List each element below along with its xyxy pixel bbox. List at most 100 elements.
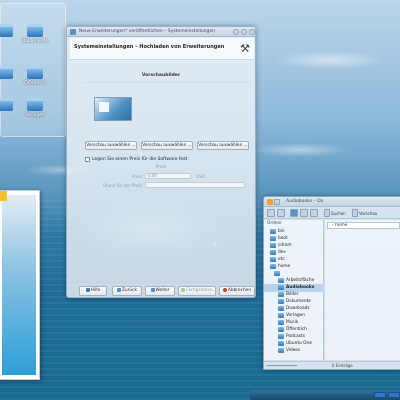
preview-thumbnail bbox=[94, 97, 132, 121]
close-icon[interactable] bbox=[249, 29, 255, 35]
details-view-icon[interactable] bbox=[300, 209, 308, 217]
folder-icon bbox=[27, 98, 43, 111]
fm-toolbar: Suchen Vorschau bbox=[264, 207, 400, 219]
search-button[interactable]: Suchen bbox=[331, 211, 346, 216]
frame-photo bbox=[2, 195, 36, 375]
dialog-heading: Systemeinstellungen – Hochladen von Erwe… bbox=[74, 44, 225, 50]
fm-content-area[interactable]: › home bbox=[325, 220, 400, 360]
task-button[interactable] bbox=[388, 392, 400, 398]
desktop-folder-view: Dokumente Öffentlich Vorlagen bbox=[0, 3, 66, 137]
tools-icon: ⚒ bbox=[240, 42, 250, 55]
back-label: Zurück bbox=[121, 288, 137, 293]
folder-icon bbox=[278, 306, 284, 311]
folder-icon bbox=[270, 229, 276, 234]
folder-icon bbox=[278, 299, 284, 304]
check-icon bbox=[181, 287, 186, 292]
folder-icon bbox=[278, 285, 284, 290]
tree-item-label: Bilder bbox=[286, 292, 299, 297]
choose-preview-button-1[interactable]: Vorschau auswählen ... bbox=[85, 141, 137, 150]
back-button[interactable]: Zurück bbox=[112, 286, 142, 296]
dialog-window-title: Neue Erweiterungen* veröffentlichen – Sy… bbox=[79, 29, 216, 34]
tree-item-label: Vorlagen bbox=[286, 313, 305, 318]
frame-handle[interactable] bbox=[0, 191, 7, 201]
folder-icon bbox=[0, 66, 13, 79]
cancel-button[interactable]: Abbrechen bbox=[219, 286, 255, 296]
price-reason-input[interactable] bbox=[145, 182, 245, 188]
path-segment-home[interactable]: home bbox=[335, 223, 347, 228]
back-icon[interactable] bbox=[267, 209, 275, 217]
pin-icon[interactable] bbox=[274, 199, 280, 205]
price-unit: OSO bbox=[196, 174, 205, 179]
preview-icon[interactable] bbox=[352, 209, 358, 217]
next-arrow-icon bbox=[150, 287, 155, 292]
set-price-checkbox[interactable] bbox=[85, 157, 90, 162]
tree-item-label: Musik bbox=[286, 320, 299, 325]
minimize-icon[interactable] bbox=[233, 29, 239, 35]
folder-icon bbox=[274, 271, 280, 276]
cancel-icon bbox=[222, 287, 227, 292]
set-price-label: Legen Sie einen Preis für die Software f… bbox=[92, 157, 188, 162]
icons-view-icon[interactable] bbox=[290, 209, 298, 217]
folder-tree-header: Ordner bbox=[267, 221, 282, 226]
folder-icon bbox=[278, 327, 284, 332]
choose-preview-button-2[interactable]: Vorschau auswählen ... bbox=[141, 141, 193, 150]
maximize-icon[interactable] bbox=[241, 29, 247, 35]
folder-icon bbox=[278, 320, 284, 325]
picture-frame-widget[interactable] bbox=[0, 190, 40, 380]
columns-view-icon[interactable] bbox=[310, 209, 318, 217]
back-arrow-icon bbox=[116, 287, 121, 292]
fm-titlebar[interactable]: Audiobooks – Do bbox=[264, 197, 400, 207]
preview-section-title: Vorschaubilder bbox=[141, 73, 181, 78]
search-icon[interactable] bbox=[324, 209, 330, 217]
tree-item-label: Arbeitsfläche bbox=[286, 278, 315, 283]
desktop-folder-vorlagen[interactable]: Vorlagen bbox=[15, 98, 55, 118]
folder-icon bbox=[270, 250, 276, 255]
tree-item-label: home bbox=[278, 264, 291, 269]
choose-preview-button-3[interactable]: Vorschau auswählen ... bbox=[197, 141, 249, 150]
price-section-title: Preis bbox=[155, 165, 167, 170]
folder-icon bbox=[0, 24, 13, 37]
folder-icon bbox=[27, 66, 43, 79]
folder-icon bbox=[27, 24, 43, 37]
tree-item[interactable]: Videos bbox=[264, 347, 324, 355]
folder-label: Dokumente bbox=[21, 39, 49, 44]
tree-item-label: Öffentlich bbox=[286, 327, 307, 332]
tree-item-label: Ubuntu One bbox=[286, 341, 312, 346]
dialog-header: Systemeinstellungen – Hochladen von Erwe… bbox=[70, 38, 254, 60]
folder-icon bbox=[278, 341, 284, 346]
forward-icon[interactable] bbox=[277, 209, 285, 217]
app-icon bbox=[70, 29, 76, 35]
tree-item-label: boot bbox=[278, 236, 288, 241]
finish-label: Fertigstellen bbox=[186, 288, 213, 293]
next-button[interactable]: Weiter bbox=[145, 286, 175, 296]
task-button[interactable] bbox=[374, 392, 386, 398]
folder-icon bbox=[278, 334, 284, 339]
zoom-slider[interactable] bbox=[267, 365, 297, 366]
help-icon bbox=[85, 287, 90, 292]
help-label: Hilfe bbox=[90, 288, 101, 293]
tree-item-label: Audiobooks bbox=[286, 285, 315, 290]
fm-statusbar: 0 Einträge bbox=[264, 361, 400, 369]
button-separator bbox=[71, 281, 253, 282]
fm-folder-tree: Ordner bin boot cdrom dev etc home Arbei… bbox=[264, 220, 324, 360]
desktop-folder-oeffentlich[interactable]: Öffentlich bbox=[15, 66, 55, 86]
dialog-titlebar[interactable]: Neue Erweiterungen* veröffentlichen – Sy… bbox=[67, 27, 255, 37]
folder-icon bbox=[270, 264, 276, 269]
price-reason-label: Grund für den Preis: bbox=[102, 183, 143, 188]
folder-icon bbox=[270, 243, 276, 248]
tree-item-label: Dokumente bbox=[286, 299, 311, 304]
item-count: 0 Einträge bbox=[332, 363, 353, 368]
location-bar[interactable]: › home bbox=[327, 222, 400, 229]
finish-button[interactable]: Fertigstellen bbox=[178, 286, 216, 296]
desktop-folder-dokumente[interactable]: Dokumente bbox=[15, 24, 55, 44]
preview-button[interactable]: Vorschau bbox=[359, 211, 377, 216]
folder-icon bbox=[278, 278, 284, 283]
price-label: Preis: bbox=[132, 174, 143, 179]
folder-icon bbox=[270, 236, 276, 241]
folder-icon bbox=[278, 292, 284, 297]
folder-icon bbox=[0, 98, 13, 111]
next-label: Weiter bbox=[155, 288, 170, 293]
folder-label: Öffentlich bbox=[24, 81, 46, 86]
preview-group bbox=[83, 82, 251, 164]
help-button[interactable]: Hilfe bbox=[79, 286, 107, 296]
